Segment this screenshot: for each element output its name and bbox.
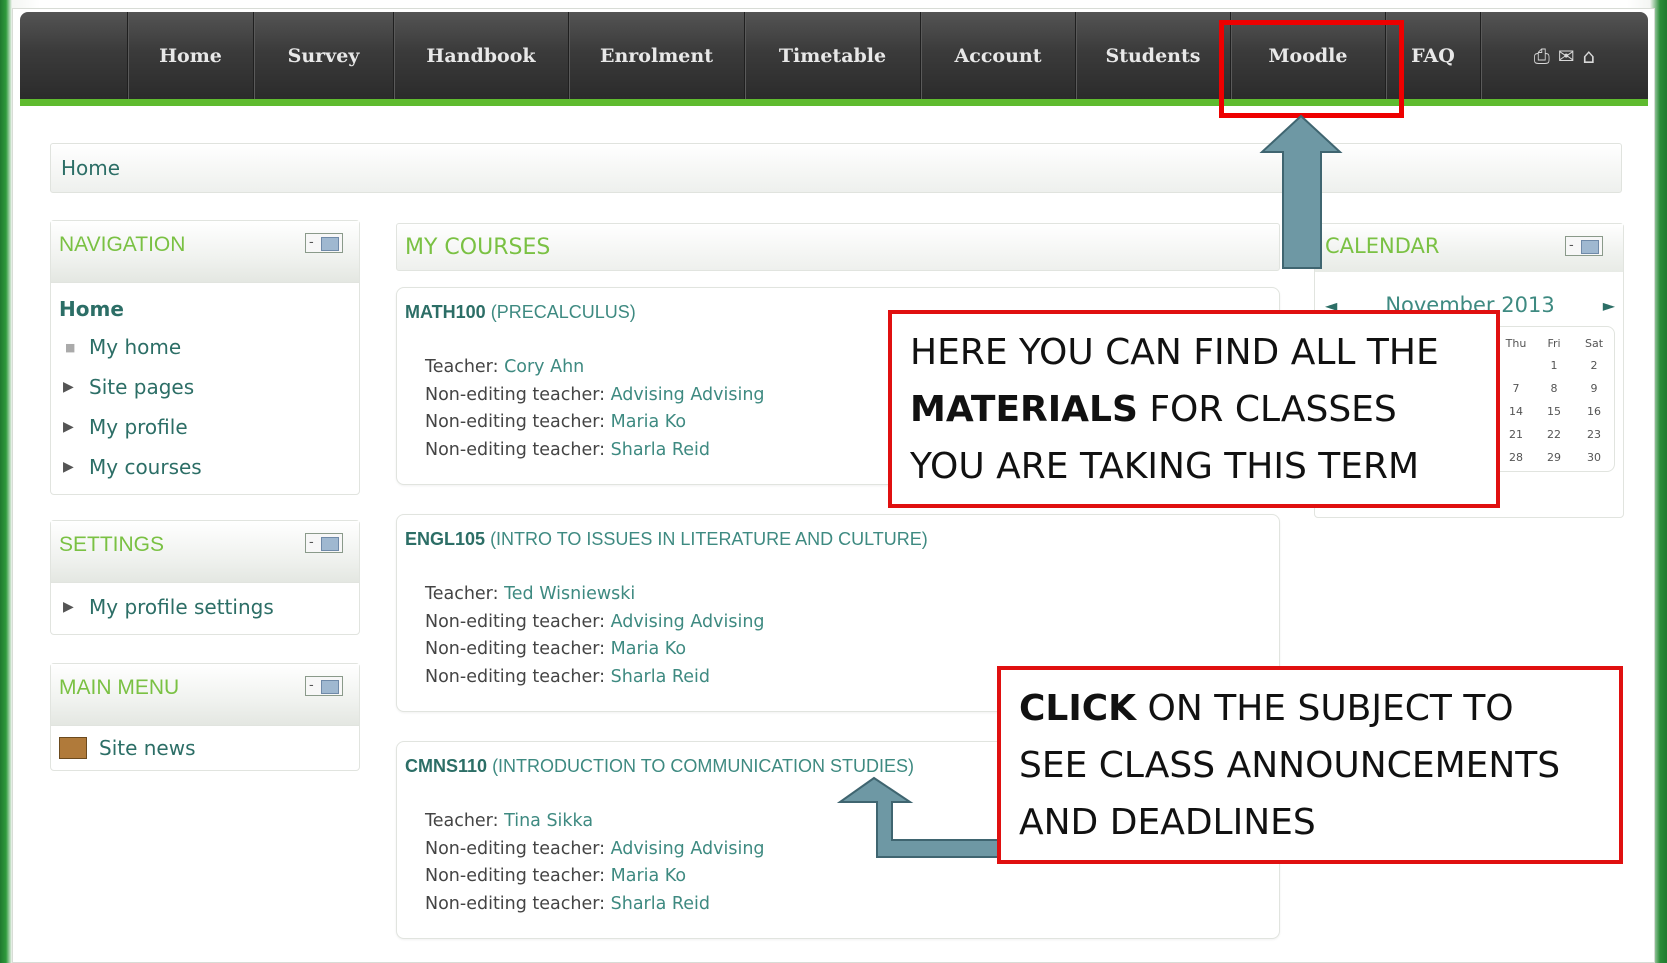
settings-list: ▶ My profile settings bbox=[51, 583, 359, 627]
teacher-link[interactable]: Cory Ahn bbox=[504, 357, 584, 377]
click-subject-callout: CLICK ON THE SUBJECT TO SEE CLASS ANNOUN… bbox=[997, 666, 1623, 864]
teacher-link[interactable]: Advising Advising bbox=[611, 612, 765, 632]
navigation-dock-toggle[interactable]: - bbox=[305, 233, 343, 253]
main-menu-dock-toggle[interactable]: - bbox=[305, 676, 343, 696]
news-icon bbox=[59, 737, 87, 759]
calendar-block-header: CALENDAR - bbox=[1315, 224, 1623, 272]
expand-triangle-icon: ▶ bbox=[63, 459, 74, 475]
settings-title: SETTINGS bbox=[59, 533, 165, 556]
navigation-block: NAVIGATION - Home ■ My home ▶ Site pages… bbox=[50, 220, 360, 495]
moodle-highlight-box bbox=[1219, 20, 1404, 118]
teacher-link[interactable]: Ted Wisniewski bbox=[504, 584, 635, 604]
teacher-link[interactable]: Tina Sikka bbox=[504, 811, 593, 831]
course-link[interactable]: CMNS110 (INTRODUCTION TO COMMUNICATION S… bbox=[405, 756, 914, 777]
course-link[interactable]: MATH100 (PRECALCULUS) bbox=[405, 302, 636, 323]
calendar-next-icon[interactable]: ► bbox=[1603, 296, 1615, 315]
teacher-link[interactable]: Maria Ko bbox=[611, 412, 686, 432]
expand-triangle-icon: ▶ bbox=[63, 599, 74, 615]
navigation-my-courses[interactable]: ▶ My courses bbox=[59, 447, 359, 487]
course-link[interactable]: ENGL105 (INTRO TO ISSUES IN LITERATURE A… bbox=[405, 529, 928, 550]
main-menu-list: Site news bbox=[51, 726, 359, 768]
calendar-dock-toggle[interactable]: - bbox=[1565, 236, 1603, 256]
breadcrumb: Home bbox=[50, 143, 1622, 193]
calendar-column-sat: Sat 2 9 16 23 30 bbox=[1584, 337, 1604, 464]
my-courses-header: MY COURSES bbox=[396, 223, 1280, 271]
expand-triangle-icon: ▶ bbox=[63, 419, 74, 435]
course-teachers: Teacher: Tina Sikka Non-editing teacher:… bbox=[425, 811, 765, 914]
calendar-column-thu: Thu 7 14 21 28 bbox=[1505, 337, 1527, 464]
navigation-my-home[interactable]: ■ My home bbox=[59, 327, 359, 367]
settings-block: SETTINGS - ▶ My profile settings bbox=[50, 520, 360, 635]
teacher-link[interactable]: Maria Ko bbox=[611, 639, 686, 659]
mail-icon[interactable]: ✉ bbox=[1558, 44, 1575, 68]
nav-account[interactable]: Account bbox=[920, 12, 1075, 99]
teacher-link[interactable]: Maria Ko bbox=[611, 866, 686, 886]
course-teachers: Teacher: Ted Wisniewski Non-editing teac… bbox=[425, 584, 765, 687]
navigation-block-header: NAVIGATION - bbox=[51, 221, 359, 283]
main-menu-site-news[interactable]: Site news bbox=[59, 728, 359, 768]
main-menu-block: MAIN MENU - Site news bbox=[50, 663, 360, 771]
nav-students[interactable]: Students bbox=[1075, 12, 1230, 99]
navigation-title: NAVIGATION bbox=[59, 233, 186, 256]
nav-handbook[interactable]: Handbook bbox=[393, 12, 568, 99]
breadcrumb-home[interactable]: Home bbox=[61, 156, 120, 180]
printer-icon[interactable]: ⎙ bbox=[1534, 44, 1550, 68]
navigation-my-profile[interactable]: ▶ My profile bbox=[59, 407, 359, 447]
navigation-site-pages[interactable]: ▶ Site pages bbox=[59, 367, 359, 407]
teacher-link[interactable]: Advising Advising bbox=[611, 385, 765, 405]
teacher-link[interactable]: Sharla Reid bbox=[611, 667, 710, 687]
settings-block-header: SETTINGS - bbox=[51, 521, 359, 583]
navigation-home-link[interactable]: Home bbox=[59, 291, 359, 327]
nav-survey[interactable]: Survey bbox=[253, 12, 393, 99]
nav-enrolment[interactable]: Enrolment bbox=[568, 12, 744, 99]
main-menu-block-header: MAIN MENU - bbox=[51, 664, 359, 726]
teacher-link[interactable]: Sharla Reid bbox=[611, 894, 710, 914]
nav-icon-group: ⎙ ✉ ⌂ bbox=[1480, 12, 1648, 99]
nav-timetable[interactable]: Timetable bbox=[744, 12, 920, 99]
teacher-link[interactable]: Advising Advising bbox=[611, 839, 765, 859]
expand-triangle-icon: ▶ bbox=[63, 379, 74, 395]
nav-home[interactable]: Home bbox=[127, 12, 253, 99]
course-teachers: Teacher: Cory Ahn Non-editing teacher: A… bbox=[425, 357, 765, 460]
bullet-icon: ■ bbox=[65, 340, 76, 354]
navigation-list: Home ■ My home ▶ Site pages ▶ My profile… bbox=[51, 283, 359, 487]
settings-my-profile-settings[interactable]: ▶ My profile settings bbox=[59, 587, 359, 627]
teacher-link[interactable]: Sharla Reid bbox=[611, 440, 710, 460]
home-icon[interactable]: ⌂ bbox=[1583, 44, 1596, 68]
calendar-title: CALENDAR bbox=[1325, 234, 1440, 258]
main-menu-title: MAIN MENU bbox=[59, 676, 180, 699]
settings-dock-toggle[interactable]: - bbox=[305, 533, 343, 553]
calendar-column-fri: Fri 1 8 15 22 29 bbox=[1547, 337, 1561, 464]
materials-callout: HERE YOU CAN FIND ALL THE MATERIALS FOR … bbox=[888, 310, 1500, 508]
